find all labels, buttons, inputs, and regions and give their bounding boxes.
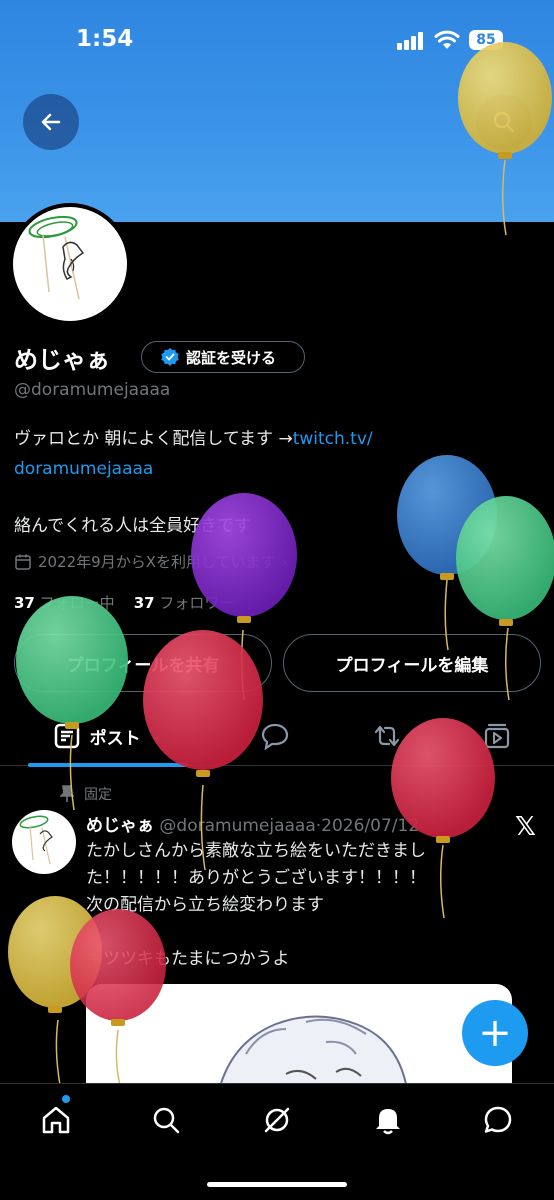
profile-tabs: ポスト ⌄ [0,706,554,767]
home-notification-dot [62,1095,70,1103]
grok-icon [264,1107,290,1133]
active-tab-indicator [28,763,188,767]
profile-handle: @doramumejaaaa [14,380,171,400]
chat-icon [484,1106,512,1133]
bio-text: ヴァロとか 朝によく配信してます → [14,429,293,449]
profile-avatar[interactable] [9,203,131,325]
search-icon [153,1107,180,1134]
get-verified-button[interactable]: 認証を受ける [141,341,305,373]
compose-button[interactable]: + [462,1000,528,1066]
post-avatar-drawing [19,815,53,865]
post-avatar[interactable] [12,810,76,874]
search-icon [493,111,515,133]
post-body: たかしさんから素敵な立ち絵をいただきました！！！！！ありがとうございます！！！！… [86,841,426,969]
post-author[interactable]: めじゃぁ [86,816,154,836]
profile-name: めじゃぁ [14,346,110,374]
pinned-indicator: 固定 [60,784,112,804]
nav-home[interactable] [36,1100,76,1140]
post-handle-date[interactable]: @doramumejaaaa·2026/07/12 [159,816,419,836]
bio-link[interactable]: twitch.tv/ [293,429,373,449]
status-time: 1:54 [76,26,134,52]
calendar-icon [15,554,31,570]
post-header: めじゃぁ @doramumejaaaa·2026/07/12 [86,811,419,836]
bell-icon [376,1109,400,1135]
chevron-right-icon: › [281,552,288,571]
tab-posts[interactable]: ポスト ⌄ [28,706,188,767]
balloon-blue [397,455,497,651]
bottom-nav [0,1083,554,1200]
following-count[interactable]: 37 [14,594,35,612]
tab-posts-label: ポスト [89,728,141,749]
bio-link-continued[interactable]: doramumejaaaa [14,459,153,479]
home-icon [42,1106,70,1134]
profile-bio: ヴァロとか 朝によく配信してます →twitch.tv/ doramumejaa… [14,424,534,484]
tab-replies[interactable] [240,706,310,766]
joined-label: 2022年9月からXを利用しています [38,553,276,571]
chevron-down-icon: ⌄ [150,728,163,744]
search-button[interactable] [476,94,532,150]
verified-badge-icon [161,348,179,366]
nav-grok[interactable] [257,1100,297,1140]
followers-label[interactable]: フォロワー [159,594,234,612]
balloon-green-left [16,596,128,811]
pinned-label: 固定 [84,787,112,803]
wifi-icon [434,30,460,49]
battery-indicator: 85 [469,30,503,50]
edit-profile-button[interactable]: プロフィールを編集 [283,634,541,692]
home-indicator-bar [207,1182,347,1187]
joined-date[interactable]: 2022年9月からXを利用しています › [14,551,288,572]
nav-explore[interactable] [146,1100,186,1140]
media-icon [484,723,510,749]
cellular-signal-icon [397,32,425,50]
get-verified-label: 認証を受ける [186,348,277,367]
reply-icon [261,723,289,750]
nav-messages[interactable] [478,1100,518,1140]
follow-stats: 37 フォロー中 37 フォロワー [14,592,234,613]
plus-icon: + [478,1010,512,1056]
following-label[interactable]: フォロー中 [40,594,115,612]
repost-icon [374,725,400,747]
pin-icon [60,785,74,802]
tab-media[interactable] [462,706,532,766]
profile-bio-line2: 絡んでくれる人は全員好きです [14,516,252,536]
followers-count[interactable]: 37 [134,594,155,612]
avatar-drawing [28,215,85,300]
x-logo-icon: 𝕏 [515,812,536,842]
status-bar: 1:54 85 [0,26,554,56]
share-profile-button[interactable]: プロフィールを共有 [14,634,272,692]
back-arrow-icon [41,113,61,131]
nav-notifications[interactable] [368,1100,408,1140]
back-button[interactable] [23,94,79,150]
posts-tab-icon [54,723,79,749]
tab-reposts[interactable] [352,706,422,766]
